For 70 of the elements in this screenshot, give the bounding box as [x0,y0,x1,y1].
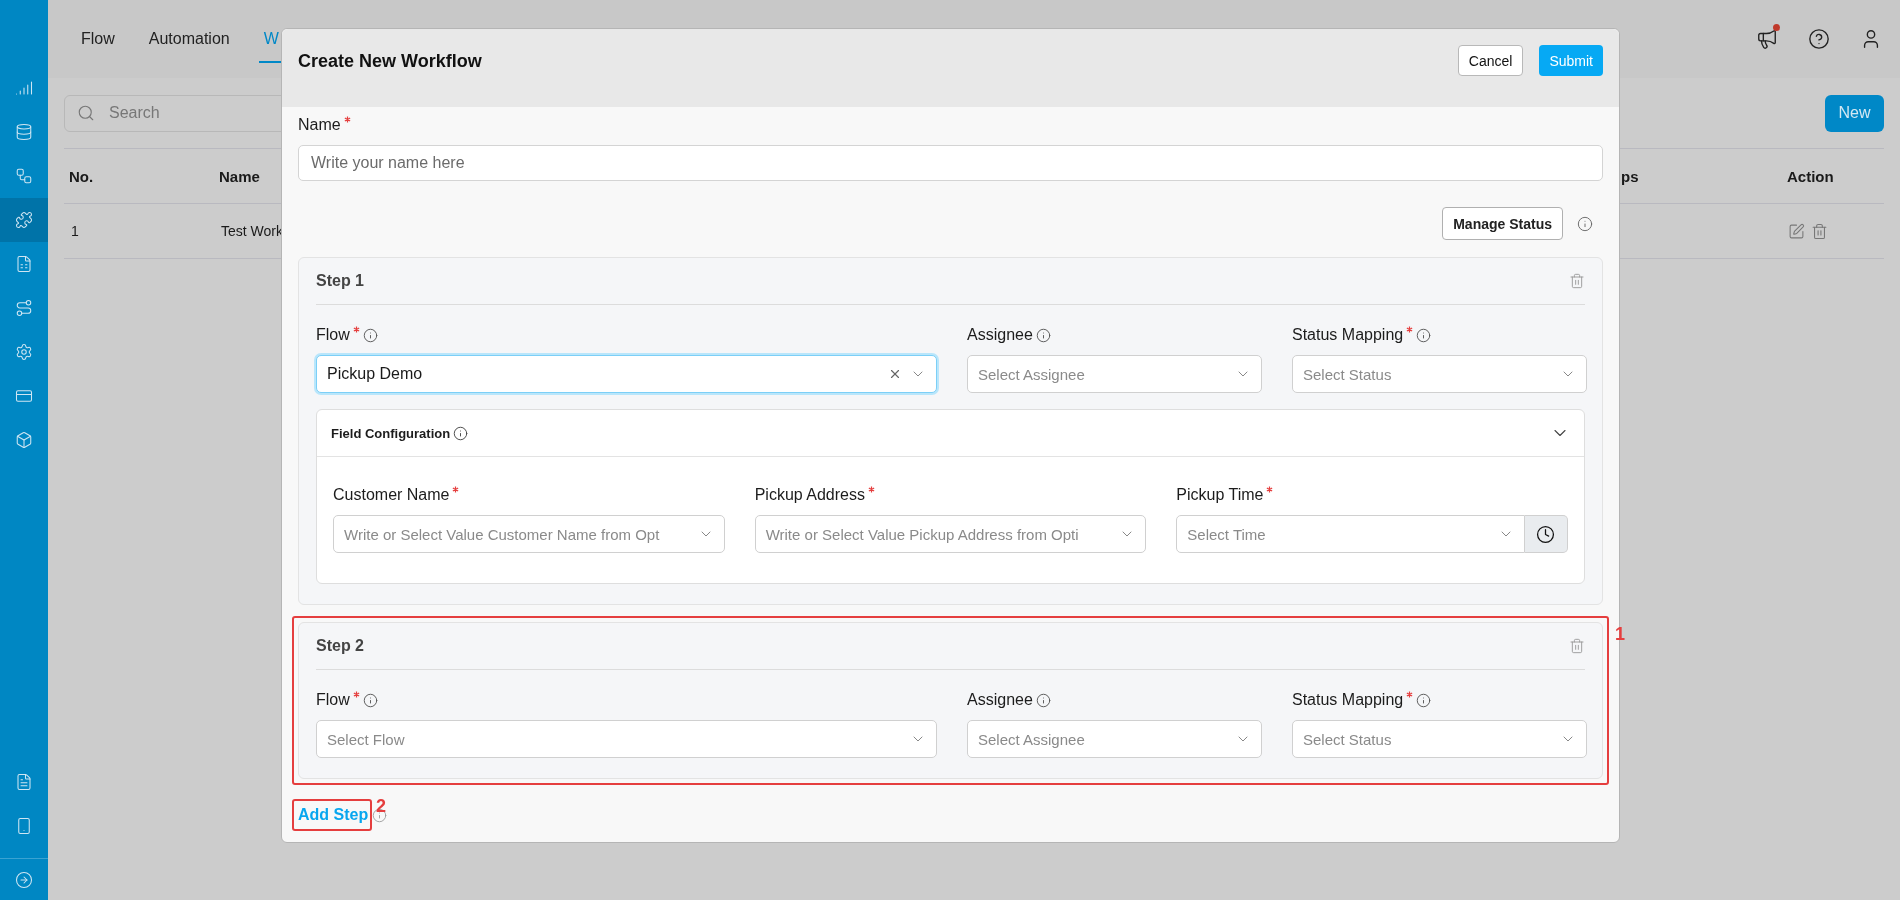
manage-status-button[interactable]: Manage Status [1442,207,1563,240]
nav-tab[interactable]: Flow [76,16,120,63]
expand-icon[interactable] [15,870,33,889]
info-icon[interactable] [453,425,469,441]
trash-icon[interactable] [1569,273,1585,289]
info-icon[interactable] [1035,327,1051,343]
trash-icon[interactable] [1811,222,1828,240]
trash-icon[interactable] [1569,638,1585,654]
search-icon [77,104,95,122]
field-label: Flow [316,691,350,709]
modal-title: Create New Workflow [298,51,482,72]
annotation-number: 2 [376,796,386,817]
name-field[interactable]: Write your name here [298,145,1603,181]
new-button[interactable]: New [1825,94,1884,132]
field-label: Assignee [967,691,1033,709]
select-field[interactable]: Select Assignee [967,720,1262,758]
time-select-field[interactable]: Select Time [1176,515,1525,553]
select-field[interactable]: Select Status [1292,355,1587,393]
select-field[interactable]: Select Flow [316,720,937,758]
cancel-button[interactable]: Cancel [1457,45,1524,76]
settings-icon [15,343,33,361]
phone-icon[interactable] [15,817,33,835]
column-header: ps [1620,167,1640,185]
box-icon [15,431,33,449]
field-label: Status Mapping [1292,326,1404,344]
info-icon[interactable] [1416,327,1432,343]
field-label: Flow [316,326,350,344]
puzzle-icon [15,211,33,229]
field-label: Pickup Address [754,486,865,504]
help-icon[interactable] [1808,28,1830,50]
megaphone-icon[interactable] [1756,28,1778,50]
step-title: Step 2 [316,637,365,655]
route-icon [15,299,33,317]
clock-icon [1536,524,1556,544]
clear-icon[interactable] [888,367,902,381]
field-label: Assignee [967,326,1033,344]
add-step-link[interactable]: Add Step [298,806,369,824]
database-icon [15,123,33,141]
select-field[interactable]: Select Status [1292,720,1587,758]
info-icon[interactable] [1035,692,1051,708]
select-field[interactable]: Write or Select Value Pickup Address from Opti [754,515,1147,553]
field-label: Pickup Time [1176,486,1264,504]
info-icon[interactable] [1577,215,1593,232]
credit-card-icon [15,387,33,405]
info-icon[interactable] [362,692,378,708]
clock-button[interactable] [1525,515,1568,553]
select-field[interactable]: Select Assignee [967,355,1262,393]
panel-title: Field Configuration [331,425,451,441]
info-icon[interactable] [362,327,378,343]
column-header: Name [218,167,261,185]
field-label: Name [298,116,341,134]
document-icon[interactable] [15,773,33,791]
info-icon[interactable] [1416,692,1432,708]
column-header: No. [68,167,95,185]
sidebar-item[interactable] [0,198,48,242]
chart-icon [15,79,33,97]
table-cell: 1 [71,223,79,239]
spreadsheet-icon [15,255,33,273]
annotation-number: 1 [1615,624,1625,645]
select-field[interactable]: Write or Select Value Customer Name from Opt [333,515,725,553]
column-header: Action [1786,167,1835,185]
edit-icon[interactable] [1788,222,1805,240]
select-field[interactable]: Pickup Demo [316,355,937,393]
field-label: Status Mapping [1292,691,1404,709]
workflow-icon [15,167,33,185]
step-title: Step 1 [316,272,365,290]
field-label: Customer Name [333,486,450,504]
table-cell: Test Work [221,223,283,239]
nav-tab[interactable]: Automation [143,16,235,63]
submit-button[interactable]: Submit [1539,45,1603,76]
